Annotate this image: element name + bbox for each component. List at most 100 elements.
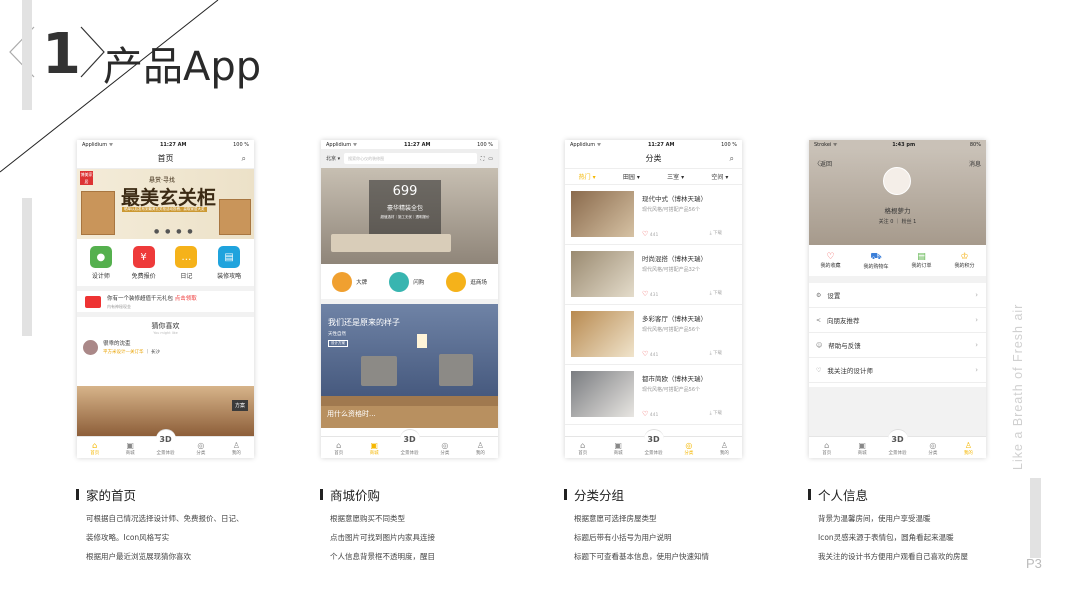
tab-bar: ⌂ 首页 ▣ 商城 3D 全景体验 ◎ 分类 ♙ 我的	[321, 429, 498, 458]
filter-rooms[interactable]: 三室 ▾	[667, 172, 684, 181]
like-count: 431	[649, 293, 659, 298]
heart-icon[interactable]: ♡	[642, 290, 648, 298]
tab-category[interactable]: ◎ 分类	[427, 437, 462, 458]
order-icon: ▤	[917, 252, 926, 262]
tab-3d[interactable]: 3D 全景体验	[636, 429, 671, 458]
screen-title: 首页	[157, 154, 174, 163]
grid-quote[interactable]: ¥ 免费报价	[132, 246, 156, 280]
item-desc: 现代风格/可搭配产品56个	[642, 327, 701, 333]
tab-mall[interactable]: ▣ 商城	[844, 437, 879, 458]
filter-style[interactable]: 田园 ▾	[623, 172, 640, 181]
carrier: Strokei ᯤ	[814, 141, 838, 148]
location-select[interactable]: 北京 ▾	[326, 155, 340, 162]
bag-icon: ▣	[370, 441, 378, 450]
shortcut-orders[interactable]: ▤ 我的订单	[911, 252, 931, 269]
promo-link[interactable]: 点击领取	[175, 296, 197, 302]
designer-card[interactable]: 很乖的沈歪 平方米设计—关订华 ｜ 长沙	[77, 335, 254, 359]
carousel-dots[interactable]: ● ● ● ●	[154, 228, 195, 235]
filter-bar: 热门 ▾ 田园 ▾ 三室 ▾ 空间 ▾	[565, 169, 742, 185]
tab-3d[interactable]: 3D 全景体验	[392, 429, 427, 458]
phone-profile: Strokei ᯤ 1:43 pm 80% 〈返回 消息 格根萝力 关注 0 ｜ …	[809, 140, 986, 458]
download-button[interactable]: ⤓ 下载	[710, 230, 722, 238]
shortcut-favorites[interactable]: ♡ 我的收藏	[820, 252, 840, 269]
battery: 100 %	[721, 141, 737, 148]
search-input[interactable]: 搜索你心仪的装修图	[344, 153, 477, 164]
tab-mine[interactable]: ♙ 我的	[707, 437, 742, 458]
tab-mall[interactable]: ▣ 商城	[112, 437, 147, 458]
home-banner[interactable]: 博美家居 悬赏·寻找 最美玄关柜 晒单以后发布到最美玄关柜活动投稿，赢取家居大奖…	[77, 169, 254, 239]
shortcut-cart[interactable]: ⛟ 我的购物车	[863, 252, 888, 270]
next-banner[interactable]: 用什么资格时...	[321, 406, 498, 428]
brand-label: 博美家居	[80, 171, 93, 185]
tab-bar: ⌂ 首页 ▣ 商城 3D 全景体验 ◎ 分类 ♙ 我的	[809, 429, 986, 458]
tab-mine[interactable]: ♙ 我的	[219, 437, 254, 458]
tab-mine[interactable]: ♙ 我的	[463, 437, 498, 458]
message-button[interactable]: 消息	[969, 159, 981, 168]
feature-button[interactable]: 设计方案	[328, 340, 348, 347]
grid-designer[interactable]: ● 设计师	[89, 246, 112, 280]
tab-home[interactable]: ⌂ 首页	[565, 437, 600, 458]
list-item[interactable]: 都市简欧（博林天瑞） 现代风格/可搭配产品56个 ♡ 441 ⤓ 下载	[565, 365, 742, 425]
clock: 11:27 AM	[647, 141, 675, 148]
list-item[interactable]: 多彩客厅（博林天瑞） 现代风格/可搭配产品56个 ♡ 441 ⤓ 下载	[565, 305, 742, 365]
follow-stats[interactable]: 关注 0 ｜ 粉丝 1	[809, 218, 986, 225]
heart-icon[interactable]: ♡	[642, 350, 648, 358]
tab-category[interactable]: ◎ 分类	[915, 437, 950, 458]
plan-tag[interactable]: 方案	[231, 400, 248, 411]
menu-following[interactable]: ♡ 我关注的设计师 ›	[809, 358, 986, 383]
item-title: 都市简欧（博林天瑞）	[642, 375, 707, 383]
floor	[321, 396, 498, 406]
item-desc: 现代风格/可搭配产品56个	[642, 207, 701, 213]
grid-guide[interactable]: ▤ 装修攻略	[217, 246, 241, 280]
status-bar: Applidium ᯤ 11:27 AM 100 %	[77, 140, 254, 149]
tab-3d[interactable]: 3D 全景体验	[148, 429, 183, 458]
menu-share[interactable]: < 向朋友推荐 ›	[809, 308, 986, 333]
filter-space[interactable]: 空间 ▾	[711, 172, 728, 181]
download-button[interactable]: ⤓ 下载	[710, 410, 722, 418]
scan-icon[interactable]: ⛶	[481, 156, 485, 162]
section-number: 1	[42, 22, 81, 87]
shortcut-points[interactable]: ♔ 我的积分	[954, 252, 974, 269]
mall-hero[interactable]: 699 豪华精装全包 超值选材｜施工无忧｜透明报价	[321, 168, 498, 264]
3d-icon: 3D	[887, 429, 908, 449]
carrier: Applidium ᯤ	[570, 141, 602, 148]
promo-banner[interactable]: 你有一个装修超值千元礼包 点击领取 内有神秘现金	[77, 286, 254, 317]
back-button[interactable]: 〈返回	[814, 159, 832, 168]
tab-category[interactable]: ◎ 分类	[671, 437, 706, 458]
crown-icon: ♔	[960, 252, 969, 262]
tab-mine[interactable]: ♙ 我的	[951, 437, 986, 458]
link-brand[interactable]: 大牌	[332, 271, 367, 292]
grid-diary[interactable]: … 日记	[175, 246, 198, 280]
caption-line: 背景为温馨房间，使用户享受温暖	[818, 514, 931, 523]
tab-3d[interactable]: 3D 全景体验	[880, 429, 915, 458]
promo-text: 你有一个装修超值千元礼包	[107, 295, 174, 302]
menu-help[interactable]: ☺ 帮助与反馈 ›	[809, 333, 986, 358]
heart-icon[interactable]: ♡	[642, 230, 648, 238]
download-button[interactable]: ⤓ 下载	[710, 290, 722, 298]
filter-hot[interactable]: 热门 ▾	[579, 172, 596, 181]
menu-settings[interactable]: ⚙ 设置 ›	[809, 283, 986, 308]
heart-icon[interactable]: ♡	[642, 410, 648, 418]
tab-mall[interactable]: ▣ 商城	[600, 437, 635, 458]
tab-bar: ⌂ 首页 ▣ 商城 3D 全景体验 ◎ 分类 ♙ 我的	[77, 429, 254, 458]
feature-banner[interactable]: 我们还是原来的样子 天性自然 设计方案	[321, 304, 498, 406]
bag-icon: ▣	[126, 441, 134, 450]
tab-home[interactable]: ⌂ 首页	[77, 437, 112, 458]
download-button[interactable]: ⤓ 下载	[710, 350, 722, 358]
link-flash[interactable]: 闪购	[389, 271, 424, 292]
search-icon[interactable]: ⌕	[730, 154, 734, 164]
tab-home[interactable]: ⌂ 首页	[321, 437, 356, 458]
avatar[interactable]	[883, 167, 911, 195]
tab-mall[interactable]: ▣ 商城	[356, 437, 391, 458]
share-icon: <	[816, 316, 822, 324]
page-number: P3	[1026, 556, 1042, 571]
list-item[interactable]: 时尚混搭（博林天瑞） 现代风格/可搭配产品32个 ♡ 431 ⤓ 下载	[565, 245, 742, 305]
caption-category: 分类分组 根据意愿可选择房屋类型 标题后带有小括号为用户说明 标题下可查看基本信息，…	[564, 485, 709, 566]
tab-category[interactable]: ◎ 分类	[183, 437, 218, 458]
tab-home[interactable]: ⌂ 首页	[809, 437, 844, 458]
list-item[interactable]: 现代中式（博林天瑞） 现代风格/可搭配产品56个 ♡ 441 ⤓ 下载	[565, 185, 742, 245]
message-icon[interactable]: ▭	[488, 156, 493, 162]
link-mall[interactable]: 逛商场	[446, 271, 487, 292]
item-desc: 现代风格/可搭配产品32个	[642, 267, 701, 273]
search-icon[interactable]: ⌕	[242, 154, 246, 164]
